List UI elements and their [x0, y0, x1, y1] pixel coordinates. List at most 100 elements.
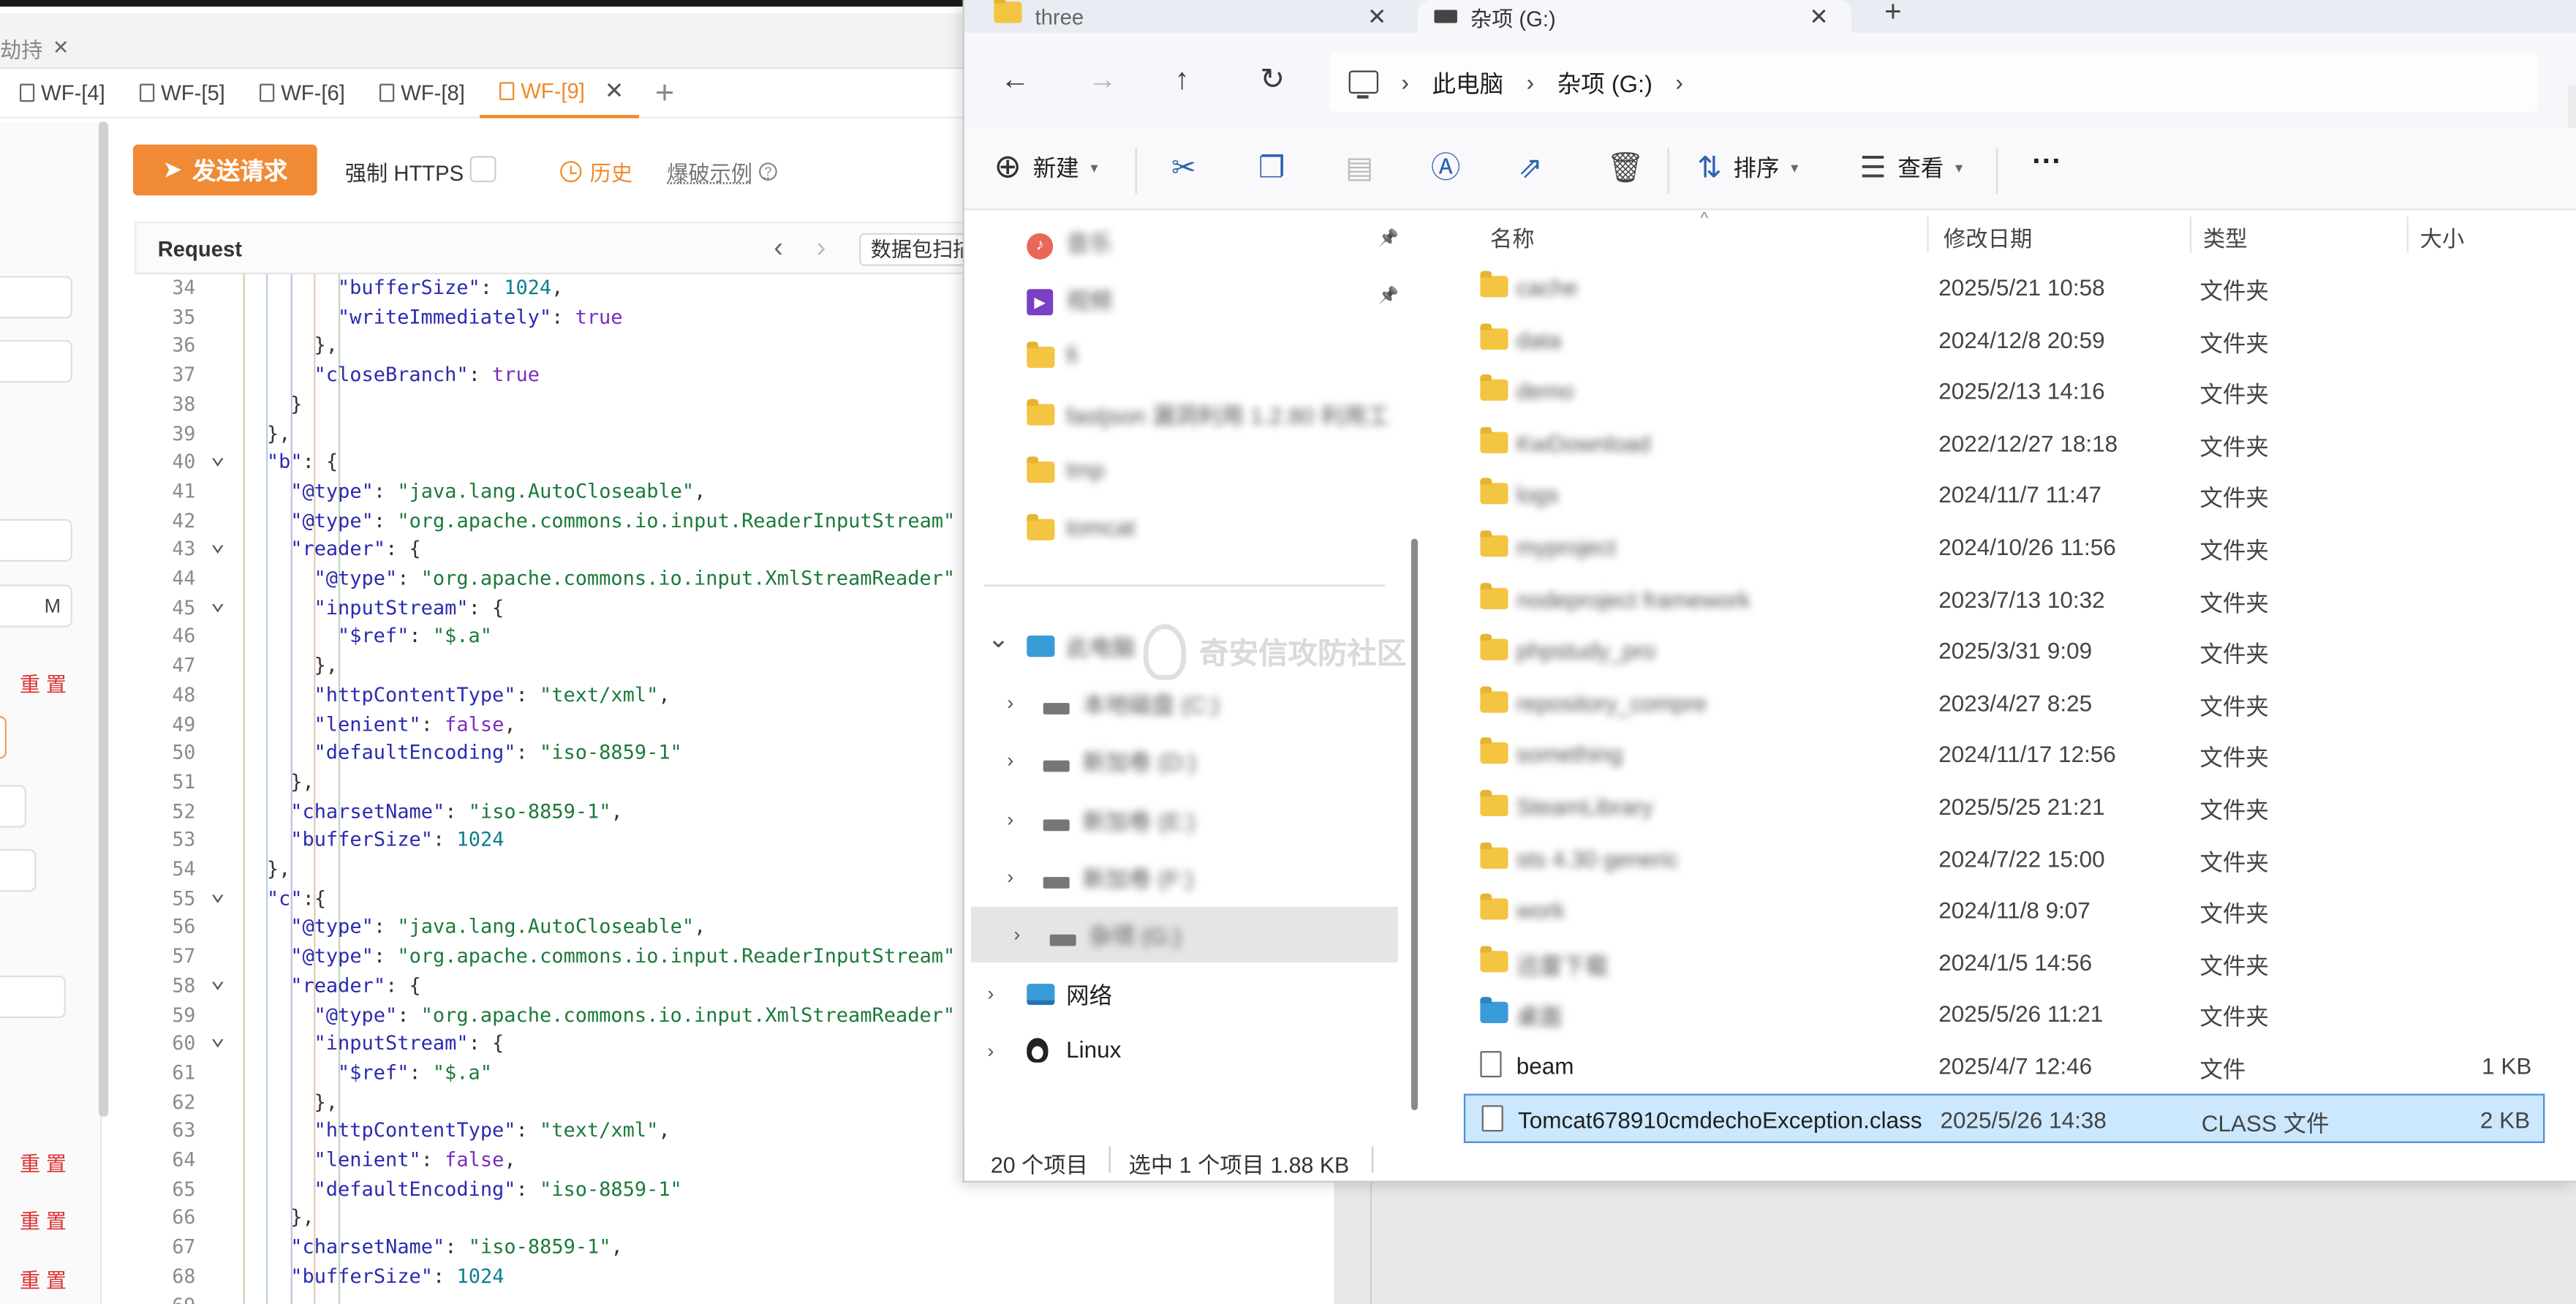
nav-item[interactable]: ▶ 视频 📌 — [964, 271, 1408, 327]
file-row[interactable]: 迅雷下载 2024/1/5 14:56 文件夹 — [1464, 938, 2545, 987]
column-header-type[interactable]: 类型 — [2203, 220, 2248, 253]
file-row[interactable]: nodeproject framework 2023/7/13 10:32 文件夹 — [1464, 574, 2545, 623]
side-reset-button-1[interactable]: 重 置 — [20, 667, 67, 698]
chevron-right-icon[interactable]: › — [1007, 865, 1013, 888]
file-row[interactable]: demo 2025/2/13 14:16 文件夹 — [1464, 366, 2545, 415]
nav-item[interactable]: › 网络 — [964, 965, 1408, 1021]
share-icon[interactable]: ⇗ — [1518, 151, 1543, 184]
divider[interactable] — [1927, 216, 1929, 253]
chevron-right-icon[interactable]: › — [1007, 749, 1013, 772]
nav-item[interactable]: › 杂项 (G:) — [970, 906, 1399, 962]
close-icon[interactable]: ✕ — [1809, 2, 1828, 30]
cut-icon[interactable]: ✂ — [1171, 151, 1196, 184]
up-icon[interactable]: ↑ — [1174, 62, 1189, 97]
explorer-tab-drive-g[interactable]: 杂项 (G:) ✕ — [1417, 0, 1852, 33]
view-button[interactable]: ☰ 查看 ▾ — [1859, 151, 1963, 184]
address-bar[interactable]: › 此电脑 › 杂项 (G:) › — [1329, 52, 2539, 112]
breadcrumb-drive-g[interactable]: 杂项 (G:) — [1557, 65, 1653, 99]
app-tab-hijack[interactable]: 劫持 ✕ — [0, 26, 95, 69]
new-tab-icon[interactable]: + — [1884, 0, 1902, 29]
file-row[interactable]: sts 4.30 generic 2024/7/22 15:00 文件夹 — [1464, 834, 2545, 883]
side-input-4[interactable] — [0, 975, 66, 1019]
close-icon[interactable]: ✕ — [605, 78, 624, 105]
nav-item[interactable]: › 新加卷 (D:) — [964, 733, 1408, 788]
pin-icon[interactable]: 📌 — [1378, 230, 1399, 248]
chevron-right-icon[interactable]: › — [1007, 808, 1013, 831]
refresh-icon[interactable]: ↻ — [1260, 62, 1285, 97]
rename-icon[interactable]: Ⓐ — [1431, 151, 1460, 184]
chevron-right-icon[interactable]: › — [987, 1039, 994, 1062]
wf-tab[interactable]: WF-[5] — [120, 68, 240, 117]
chevron-right-icon[interactable]: › — [817, 232, 826, 265]
side-scrollbar[interactable] — [98, 121, 109, 1118]
chevron-left-icon[interactable]: ‹ — [774, 232, 783, 265]
file-row[interactable]: KwDownload 2022/12/27 18:18 文件夹 — [1464, 418, 2545, 467]
side-reset-button-4[interactable]: 重 置 — [20, 1263, 67, 1294]
file-row[interactable]: myproject 2024/10/26 11:56 文件夹 — [1464, 522, 2545, 571]
request-code-editor[interactable]: 34 "bufferSize": 1024, 35 "writeImmediately… — [135, 274, 973, 1304]
file-row[interactable]: data 2024/12/8 20:59 文件夹 — [1464, 314, 2545, 363]
file-row[interactable]: phpstudy_pro 2025/3/31 9:09 文件夹 — [1464, 626, 2545, 675]
nav-item[interactable]: ♪ 音乐 📌 — [964, 214, 1408, 269]
paste-icon[interactable]: ▤ — [1345, 151, 1373, 184]
column-header-size[interactable]: 大小 — [2420, 220, 2465, 253]
close-icon[interactable]: ✕ — [53, 36, 69, 59]
file-row[interactable]: work 2024/11/8 9:07 文件夹 — [1464, 886, 2545, 935]
chevron-right-icon[interactable]: › — [1402, 69, 1409, 95]
wf-tab[interactable]: WF-[4] — [0, 68, 120, 117]
side-input-2[interactable] — [0, 339, 72, 383]
breadcrumb-this-pc[interactable]: 此电脑 — [1432, 65, 1503, 99]
nav-item[interactable]: fi — [964, 328, 1408, 384]
file-row[interactable]: repository_compre 2023/4/27 8:25 文件夹 — [1464, 678, 2545, 727]
fold-chevron-icon[interactable]: ⌄ — [211, 587, 225, 617]
side-reset-button-3[interactable]: 重 置 — [20, 1204, 67, 1235]
wf-tab[interactable]: WF-[8] — [360, 68, 480, 117]
nav-item[interactable]: tmp — [964, 443, 1408, 499]
delete-icon[interactable]: 🗑 — [1606, 151, 1644, 184]
wf-tab[interactable]: WF-[9] ✕ — [480, 68, 639, 118]
wf-tab[interactable]: WF-[6] — [240, 68, 360, 117]
send-request-button[interactable]: ➤ 发送请求 — [132, 144, 317, 196]
packet-scan-button[interactable]: 数据包扫描 — [859, 233, 975, 266]
divider[interactable] — [2406, 216, 2409, 253]
chevron-right-icon[interactable]: › — [1013, 923, 1020, 946]
add-tab-icon[interactable]: + — [655, 68, 674, 117]
column-header-name[interactable]: 名称 — [1490, 220, 1535, 253]
file-row[interactable]: 桌面 2025/5/26 11:21 文件夹 — [1464, 990, 2545, 1039]
nav-item[interactable]: › 本地磁盘 (C:) — [964, 675, 1408, 731]
side-input-1[interactable] — [0, 276, 72, 319]
file-row[interactable]: something 2024/11/17 12:56 文件夹 — [1464, 730, 2545, 779]
fold-chevron-icon[interactable]: ⌄ — [211, 1022, 225, 1052]
nav-scrollbar[interactable] — [1411, 538, 1418, 1111]
side-select-m[interactable]: M — [0, 584, 72, 627]
chevron-right-icon[interactable]: › — [1007, 691, 1013, 714]
chevron-down-icon[interactable]: ⌄ — [987, 622, 1009, 655]
forward-icon[interactable]: → — [1087, 62, 1117, 97]
file-row[interactable]: beam 2025/4/7 12:46 文件 1 KB — [1464, 1041, 2545, 1090]
nav-item[interactable]: › Linux — [964, 1023, 1408, 1079]
explorer-tab-three[interactable]: three ✕ — [994, 0, 1413, 33]
nav-item[interactable]: tomcat — [964, 501, 1408, 557]
nav-item[interactable]: › 新加卷 (E:) — [964, 791, 1408, 847]
fold-chevron-icon[interactable]: ⌄ — [211, 877, 225, 908]
history-button[interactable]: 历史 — [560, 156, 632, 187]
back-icon[interactable]: ← — [1000, 62, 1030, 97]
burst-example-link[interactable]: 爆破示例 ? — [667, 156, 777, 187]
side-reset-button-2[interactable]: 重 置 — [20, 1146, 67, 1177]
chevron-right-icon[interactable]: › — [1527, 69, 1534, 95]
nav-item[interactable]: fastjson 漏洞利用 1.2.80 利用工 — [964, 386, 1408, 442]
sort-button[interactable]: ⇅ 排序 ▾ — [1697, 151, 1798, 184]
force-https-checkbox[interactable] — [469, 156, 496, 183]
copy-icon[interactable]: ❐ — [1258, 151, 1285, 184]
fold-chevron-icon[interactable]: ⌄ — [211, 441, 225, 471]
file-row[interactable]: cache 2025/5/21 10:58 文件夹 — [1464, 263, 2545, 312]
nav-item[interactable]: › 新加卷 (F:) — [964, 849, 1408, 905]
fold-chevron-icon[interactable]: ⌄ — [211, 528, 225, 559]
chevron-right-icon[interactable]: › — [1675, 69, 1682, 95]
pin-icon[interactable]: 📌 — [1378, 287, 1399, 306]
fold-chevron-icon[interactable]: ⌄ — [211, 964, 225, 995]
more-options-icon[interactable]: ··· — [2032, 145, 2061, 179]
file-row[interactable]: SteamLibrary 2025/5/25 21:21 文件夹 — [1464, 782, 2545, 831]
column-header-date[interactable]: 修改日期 — [1944, 220, 2032, 253]
divider[interactable] — [2189, 216, 2192, 253]
